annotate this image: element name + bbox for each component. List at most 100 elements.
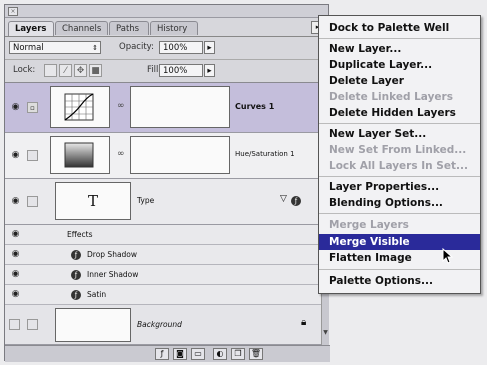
- add-style-icon[interactable]: ƒ: [155, 348, 169, 360]
- menu-item-new-layer[interactable]: New Layer...: [319, 41, 480, 57]
- brush-icon[interactable]: [27, 150, 38, 161]
- menu-separator: [319, 123, 480, 124]
- mask-thumbnail: [130, 136, 230, 174]
- layer-name: Curves 1: [235, 102, 275, 111]
- link-icon: ∞: [117, 149, 125, 159]
- brush-icon[interactable]: ▫: [27, 102, 38, 113]
- tab-channels[interactable]: Channels: [55, 21, 108, 35]
- fill-slider-button[interactable]: ▸: [204, 64, 215, 77]
- menu-item-merge-visible[interactable]: Merge Visible: [319, 234, 480, 250]
- effect-name: Inner Shadow: [87, 270, 139, 279]
- eye-icon[interactable]: ◉: [9, 248, 22, 261]
- effect-row[interactable]: ◉ ƒ Drop Shadow: [5, 245, 321, 265]
- menu-item-dock-to-palette-well[interactable]: Dock to Palette Well: [319, 20, 480, 36]
- layers-list: ◉ ▫ ∞ Curves 1 ◉ ∞ Hue/Saturation 1 ◉ T …: [5, 83, 321, 345]
- opacity-value: 100%: [163, 43, 188, 53]
- menu-item-layer-properties[interactable]: Layer Properties...: [319, 179, 480, 195]
- adjustment-thumbnail: [50, 136, 110, 174]
- palette-tabs: Layers Channels Paths History ▸: [5, 18, 328, 37]
- effect-row[interactable]: ◉ ƒ Satin: [5, 285, 321, 305]
- palette-bottom-bar: ƒ ◙ ▭ ◐ ❐ 🗑︎: [5, 345, 330, 362]
- lock-transparency-icon[interactable]: [44, 64, 57, 77]
- lock-all-icon[interactable]: ■: [89, 64, 102, 77]
- scroll-down-arrow-icon[interactable]: ▼: [322, 329, 329, 337]
- menu-item-new-layer-set[interactable]: New Layer Set...: [319, 126, 480, 142]
- lock-brush-icon[interactable]: ⁄: [59, 64, 72, 77]
- lock-row: Lock: ⁄ ✥ ■ Fill: 100% ▸: [5, 60, 328, 83]
- opacity-label: Opacity:: [119, 42, 154, 52]
- effect-name: Satin: [87, 290, 107, 299]
- eye-icon[interactable]: ◉: [9, 149, 22, 162]
- lock-label: Lock:: [13, 65, 36, 75]
- layer-name: Hue/Saturation 1: [235, 150, 295, 158]
- lock-move-icon[interactable]: ✥: [74, 64, 87, 77]
- menu-separator: [319, 213, 480, 214]
- trash-icon[interactable]: 🗑︎: [249, 348, 263, 360]
- menu-item-lock-all-layers-in-set: Lock All Layers In Set...: [329, 160, 468, 172]
- eye-icon[interactable]: ◉: [9, 268, 22, 281]
- effect-icon: ƒ: [71, 290, 81, 300]
- menu-item-delete-layer[interactable]: Delete Layer: [319, 73, 480, 89]
- triangle-down-icon[interactable]: ▽: [280, 194, 287, 204]
- tab-history[interactable]: History: [150, 21, 198, 35]
- fill-field[interactable]: 100%: [159, 64, 203, 77]
- effects-header: Effects: [67, 230, 93, 239]
- layer-row[interactable]: ◉ ∞ Hue/Saturation 1: [5, 133, 321, 179]
- background-thumbnail: [55, 308, 131, 342]
- layers-palette: × Layers Channels Paths History ▸ Normal…: [4, 4, 330, 362]
- menu-item-flatten-image[interactable]: Flatten Image: [319, 250, 480, 266]
- brush-icon[interactable]: [27, 196, 38, 207]
- menu-separator: [319, 176, 480, 177]
- menu-item-merge-layers: Merge Layers: [329, 219, 409, 231]
- menu-separator: [319, 269, 480, 270]
- add-mask-icon[interactable]: ◙: [173, 348, 187, 360]
- blend-row: Normal ⇕ Opacity: 100% ▸: [5, 37, 328, 60]
- mouse-pointer-icon: [442, 248, 454, 264]
- layer-name: Background: [137, 320, 182, 329]
- fill-value: 100%: [163, 66, 188, 76]
- menu-item-duplicate-layer[interactable]: Duplicate Layer...: [319, 57, 480, 73]
- palette-flyout-menu: Dock to Palette Well New Layer... Duplic…: [318, 15, 481, 294]
- opacity-field[interactable]: 100%: [159, 41, 203, 54]
- effects-icon: ƒ: [291, 196, 301, 206]
- menu-item-new-set-from-linked: New Set From Linked...: [329, 144, 467, 156]
- effect-icon: ƒ: [71, 270, 81, 280]
- effects-header-row[interactable]: ◉ Effects: [5, 225, 321, 245]
- eye-icon[interactable]: ◉: [9, 101, 22, 114]
- menu-item-delete-hidden-layers[interactable]: Delete Hidden Layers: [319, 105, 480, 121]
- tab-paths[interactable]: Paths: [109, 21, 149, 35]
- hue-saturation-icon: [64, 142, 94, 168]
- menu-item-delete-linked-layers: Delete Linked Layers: [329, 91, 453, 103]
- eye-icon[interactable]: ◉: [9, 195, 22, 208]
- palette-titlebar[interactable]: ×: [5, 5, 328, 18]
- new-set-icon[interactable]: ▭: [191, 348, 205, 360]
- menu-item-blending-options[interactable]: Blending Options...: [319, 195, 480, 211]
- brush-icon[interactable]: [27, 319, 38, 330]
- blend-mode-value: Normal: [13, 43, 44, 53]
- visibility-box[interactable]: [9, 319, 20, 330]
- effect-row[interactable]: ◉ ƒ Inner Shadow: [5, 265, 321, 285]
- layer-row[interactable]: ◉ T Type ▽ ƒ: [5, 179, 321, 225]
- new-layer-icon[interactable]: ❐: [231, 348, 245, 360]
- menu-separator: [319, 38, 480, 39]
- blend-mode-select[interactable]: Normal ⇕: [9, 41, 101, 54]
- effect-name: Drop Shadow: [87, 250, 138, 259]
- curves-icon: [64, 93, 94, 121]
- mask-thumbnail: [130, 86, 230, 128]
- eye-icon[interactable]: ◉: [9, 288, 22, 301]
- lock-icon: 🔒︎: [301, 317, 307, 328]
- updown-arrow-icon: ⇕: [92, 44, 98, 52]
- layer-row[interactable]: Background 🔒︎: [5, 305, 321, 345]
- eye-icon[interactable]: ◉: [9, 228, 22, 241]
- type-thumbnail: T: [55, 182, 131, 220]
- menu-item-palette-options[interactable]: Palette Options...: [319, 273, 480, 289]
- close-icon[interactable]: ×: [8, 7, 18, 16]
- adjustment-thumbnail: [50, 86, 110, 128]
- layer-name: Type: [137, 196, 155, 205]
- opacity-slider-button[interactable]: ▸: [204, 41, 215, 54]
- tab-layers[interactable]: Layers: [8, 21, 54, 36]
- link-icon: ∞: [117, 101, 125, 111]
- new-adjustment-icon[interactable]: ◐: [213, 348, 227, 360]
- layer-row[interactable]: ◉ ▫ ∞ Curves 1: [5, 83, 321, 133]
- effect-icon: ƒ: [71, 250, 81, 260]
